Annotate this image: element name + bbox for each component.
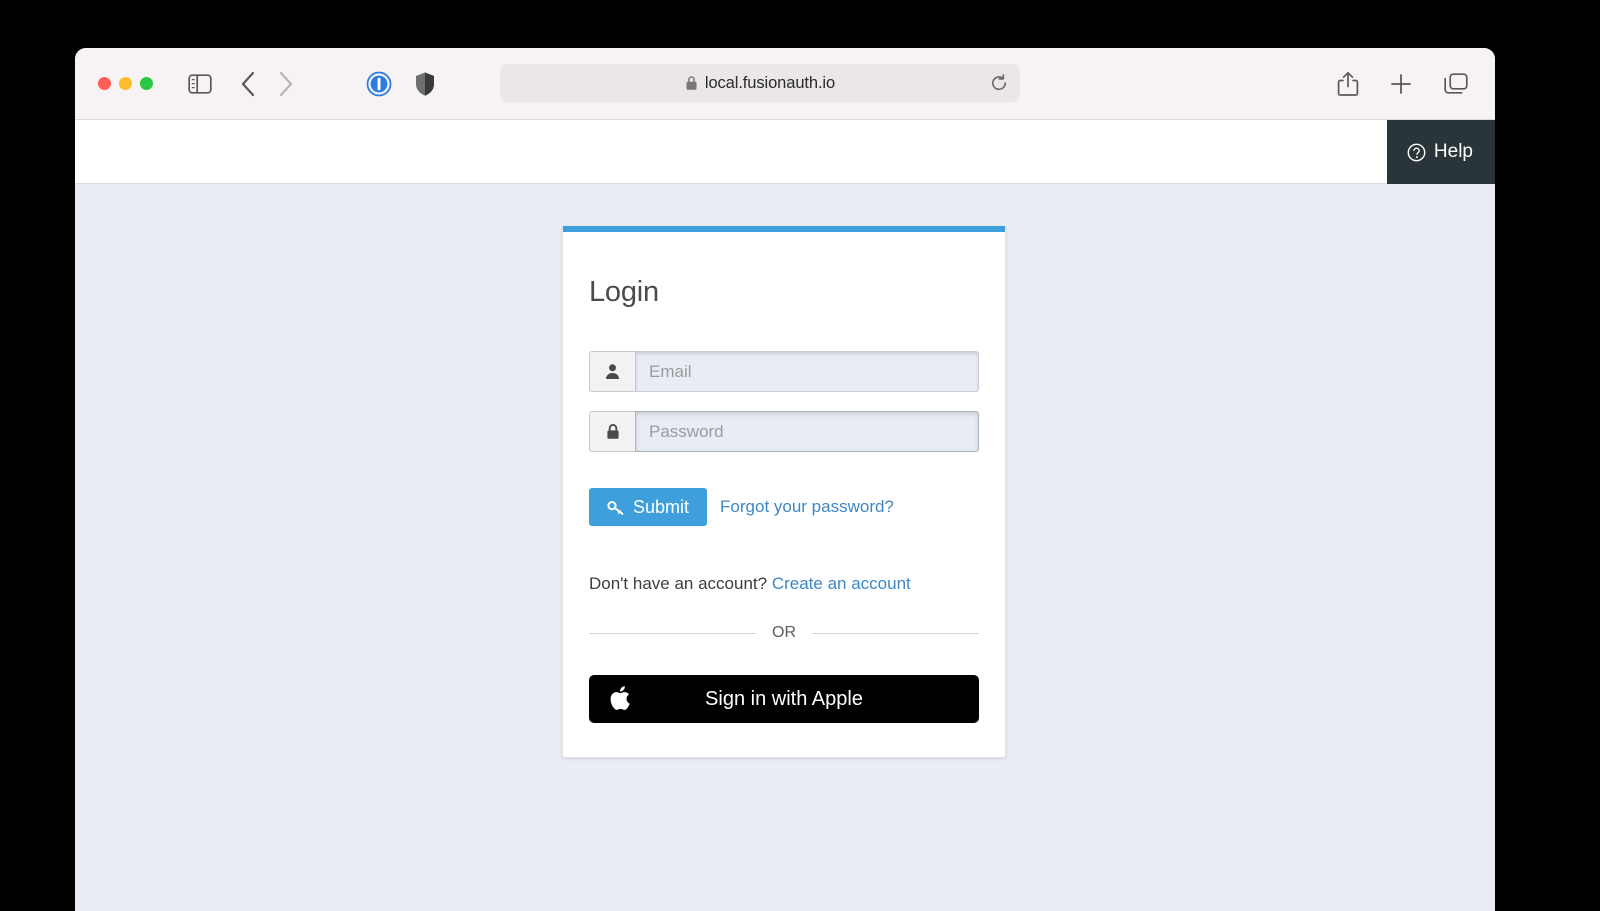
divider-line-right — [812, 632, 979, 634]
question-circle-icon — [1407, 143, 1426, 162]
reload-icon[interactable] — [990, 74, 1008, 92]
forward-icon[interactable] — [278, 71, 294, 97]
address-bar[interactable]: local.fusionauth.io — [500, 64, 1020, 102]
or-divider: OR — [589, 624, 979, 642]
apple-logo-icon — [609, 686, 631, 712]
submit-button[interactable]: Submit — [589, 488, 708, 526]
or-label: OR — [772, 624, 796, 641]
email-input[interactable] — [635, 351, 979, 392]
key-icon — [607, 500, 624, 515]
login-form: Login Email Password Submit Forgot your … — [563, 232, 1005, 757]
tab-overview-icon[interactable] — [1443, 72, 1469, 96]
password-input-group — [589, 411, 979, 452]
help-label: Help — [1433, 141, 1473, 162]
sign-in-with-apple-button[interactable]: Sign in with Apple — [589, 675, 979, 723]
forgot-password-link[interactable]: Forgot your password? — [720, 497, 894, 517]
close-window-button[interactable] — [98, 77, 111, 90]
browser-toolbar: local.fusionauth.io — [75, 48, 1495, 120]
maximize-window-button[interactable] — [140, 77, 153, 90]
minimize-window-button[interactable] — [119, 77, 132, 90]
user-icon — [589, 351, 635, 392]
page-header: Help — [75, 120, 1495, 184]
lock-icon — [589, 411, 635, 452]
1password-icon[interactable] — [366, 71, 392, 97]
page-title: Login — [589, 276, 659, 308]
traffic-lights — [98, 77, 153, 90]
url-text: local.fusionauth.io — [704, 73, 836, 92]
password-input[interactable] — [635, 411, 979, 452]
share-icon[interactable] — [1337, 71, 1359, 97]
toolbar-right-actions — [1337, 48, 1469, 120]
create-account-link[interactable]: Create an account — [772, 574, 911, 593]
submit-row: Submit Forgot your password? — [589, 488, 979, 526]
page-body: Login Email Password Submit Forgot your … — [75, 184, 1495, 911]
email-input-group — [589, 351, 979, 392]
apple-button-label: Sign in with Apple — [705, 687, 863, 710]
lock-icon — [685, 75, 698, 91]
new-tab-icon[interactable] — [1389, 72, 1413, 96]
submit-label: Submit — [633, 496, 690, 517]
browser-window: local.fusionauth.io Help Login Email Pas… — [75, 48, 1495, 911]
account-prompt-text: Don't have an account? — [589, 574, 768, 593]
back-icon[interactable] — [240, 71, 256, 97]
help-button[interactable]: Help — [1386, 120, 1495, 184]
create-account-row: Don't have an account? Create an account — [589, 574, 979, 594]
login-card: Login Email Password Submit Forgot your … — [562, 226, 1006, 758]
shield-icon[interactable] — [414, 71, 436, 97]
divider-line-left — [589, 632, 756, 634]
sidebar-icon[interactable] — [188, 73, 212, 94]
